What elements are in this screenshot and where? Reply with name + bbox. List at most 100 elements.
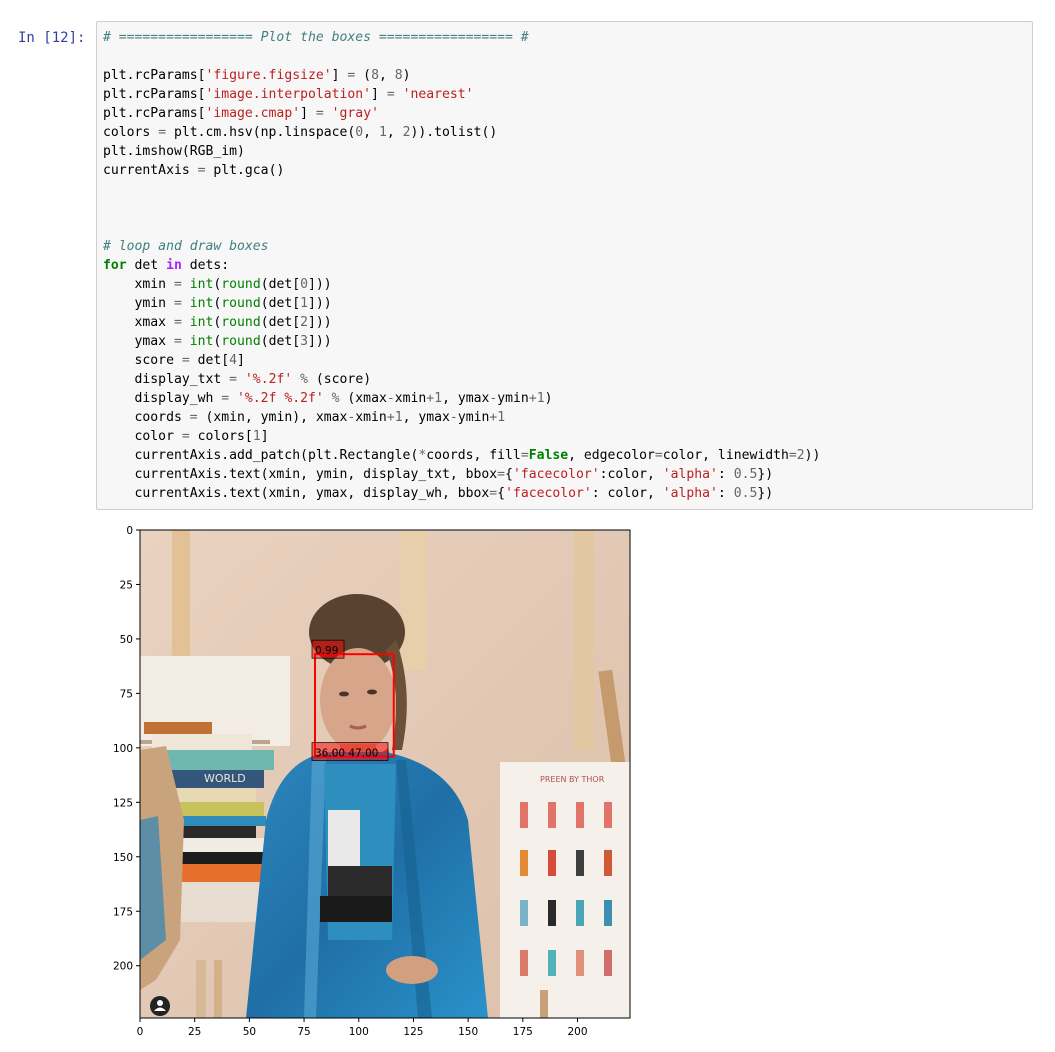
code-token: =: [158, 125, 167, 140]
code-token: plt.rcParams[: [103, 68, 206, 83]
code-token: (det[: [260, 334, 301, 349]
poster-title: PREEN BY THOR: [540, 775, 605, 784]
code-token: int: [189, 315, 214, 330]
code-line: plt.rcParams['figure.figsize'] = (8, 8): [103, 68, 411, 83]
code-token: colors[: [189, 429, 253, 444]
x-tick-label: 50: [243, 1026, 256, 1038]
code-token: 'facecolor': [505, 486, 592, 501]
code-token: det: [126, 258, 167, 273]
code-token: , ymax: [442, 391, 490, 406]
y-tick-label: 50: [120, 634, 133, 646]
x-tick-label: 200: [567, 1026, 587, 1038]
code-token: =: [229, 372, 238, 387]
code-token: 4: [229, 353, 238, 368]
code-token: colors: [103, 125, 159, 140]
code-line: plt.rcParams['image.cmap'] = 'gray': [103, 106, 379, 121]
y-axis: 0 25 50 75 100 125 150 175 200: [113, 525, 140, 973]
code-token: =: [181, 353, 190, 368]
code-token: int: [189, 277, 214, 292]
code-token: coords: [103, 410, 190, 425]
x-tick-label: 175: [513, 1026, 533, 1038]
code-token: # ================= Plot the boxes =====…: [103, 30, 529, 45]
code-token: xmin: [103, 277, 174, 292]
code-token: color, linewidth: [662, 448, 789, 463]
code-token: 'image.interpolation': [205, 87, 372, 102]
code-token: ])): [308, 277, 332, 292]
code-token: (score): [308, 372, 372, 387]
code-token: {: [497, 486, 506, 501]
photo: WORLD PREEN BY THOR: [140, 530, 630, 1018]
code-token: }): [757, 467, 774, 482]
code-line: currentAxis = plt.gca(): [103, 163, 284, 178]
code-token: xmin: [394, 391, 427, 406]
y-tick-label: 150: [113, 852, 133, 864]
code-line: display_wh = '%.2f %.2f' % (xmax-xmin+1,…: [103, 391, 553, 406]
code-line: currentAxis.add_patch(plt.Rectangle(*coo…: [103, 448, 821, 463]
code-token: 'nearest': [402, 87, 474, 102]
code-token: plt.imshow(RGB_im): [103, 144, 245, 159]
code-token: %: [331, 391, 340, 406]
code-token: det[: [189, 353, 230, 368]
code-token: :color,: [599, 467, 663, 482]
code-token: int: [189, 296, 214, 311]
code-token: 1: [434, 391, 443, 406]
code-line: colors = plt.cm.hsv(np.linspace(0, 1, 2)…: [103, 125, 497, 140]
code-token: ])): [308, 296, 332, 311]
code-token: 1: [378, 125, 387, 140]
code-token: ,: [378, 68, 395, 83]
code-token: (xmax: [339, 391, 387, 406]
code-token: =: [189, 410, 198, 425]
code-token: 8: [394, 68, 403, 83]
code-token: ])): [308, 315, 332, 330]
code-token: 0: [355, 125, 364, 140]
code-token: score: [103, 353, 182, 368]
code-token: ymin: [103, 296, 174, 311]
code-token: }): [757, 486, 774, 501]
code-token: 'alpha': [662, 467, 718, 482]
code-token: ]: [260, 429, 269, 444]
code-token: 0: [300, 277, 309, 292]
code-token: (: [355, 68, 372, 83]
code-token: :: [717, 486, 734, 501]
code-token: 'facecolor': [512, 467, 600, 482]
code-token: 'gray': [331, 106, 379, 121]
code-line: score = det[4]: [103, 353, 245, 368]
code-token: )): [804, 448, 821, 463]
x-tick-label: 125: [403, 1026, 423, 1038]
y-tick-label: 200: [113, 961, 133, 973]
input-prompt: In [12]:: [18, 30, 86, 46]
code-block[interactable]: # ================= Plot the boxes =====…: [103, 28, 820, 503]
code-token: currentAxis: [103, 163, 198, 178]
code-token: 2: [796, 448, 805, 463]
x-tick-label: 150: [458, 1026, 478, 1038]
code-token: , edgecolor: [568, 448, 655, 463]
code-line: ymax = int(round(det[3])): [103, 334, 332, 349]
code-token: in: [166, 258, 182, 273]
y-tick-label: 125: [113, 797, 133, 809]
code-token: (xmin, ymin), xmax: [197, 410, 348, 425]
code-token: +: [426, 391, 435, 406]
code-token: ymin: [497, 391, 529, 406]
code-token: (det[: [260, 277, 301, 292]
code-token: =: [197, 163, 206, 178]
code-token: 1: [394, 410, 403, 425]
code-token: =: [654, 448, 663, 463]
plot-svg: WORLD PREEN BY THOR 02550751001251501752…: [113, 525, 631, 1038]
y-tick-label: 75: [120, 688, 133, 700]
code-token: int: [189, 334, 214, 349]
code-token: =: [520, 448, 529, 463]
output-plot: WORLD PREEN BY THOR 0 25 50 75 100 125 1…: [96, 520, 656, 1048]
code-token: 1: [300, 296, 309, 311]
code-token: 8: [371, 68, 379, 83]
code-token: '%.2f': [244, 372, 293, 387]
x-tick-label: 25: [188, 1026, 201, 1038]
code-line: currentAxis.text(xmin, ymax, display_wh,…: [103, 486, 774, 501]
code-line: xmin = int(round(det[0])): [103, 277, 332, 292]
code-token: =: [173, 315, 182, 330]
